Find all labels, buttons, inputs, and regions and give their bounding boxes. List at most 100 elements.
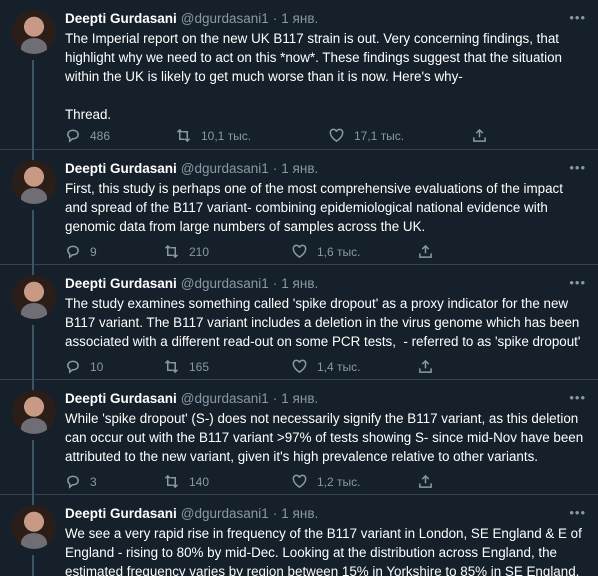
- thread-line: [32, 555, 34, 576]
- retweet-icon: [164, 359, 179, 374]
- tweet[interactable]: Deepti Gurdasani @dgurdasani1 · 1 янв. •…: [0, 150, 598, 275]
- author-name[interactable]: Deepti Gurdasani: [65, 160, 177, 178]
- separator-dot: ·: [272, 161, 278, 176]
- tweet-actions: 486 10,1 тыс. 17,1 тыс.: [65, 128, 586, 148]
- like-count: 1,4 тыс.: [317, 359, 361, 374]
- tweet-text: While 'spike dropout' (S-) does not nece…: [65, 411, 587, 464]
- tweet-text: First, this study is perhaps one of the …: [65, 181, 567, 234]
- author-handle[interactable]: @dgurdasani1: [181, 160, 269, 178]
- avatar[interactable]: [12, 390, 56, 434]
- like-count: 17,1 тыс.: [354, 128, 405, 143]
- tweet-content: Deepti Gurdasani @dgurdasani1 · 1 янв. •…: [65, 390, 586, 494]
- author-name[interactable]: Deepti Gurdasani: [65, 275, 177, 293]
- tweet-text: We see a very rapid rise in frequency of…: [65, 526, 586, 576]
- author-handle[interactable]: @dgurdasani1: [181, 390, 269, 408]
- tweet[interactable]: Deepti Gurdasani @dgurdasani1 · 1 янв. •…: [0, 0, 598, 160]
- retweet-button[interactable]: 140: [164, 474, 209, 489]
- reply-icon: [67, 360, 79, 374]
- tweet-header: Deepti Gurdasani @dgurdasani1 · 1 янв.: [65, 505, 586, 523]
- tweet-time[interactable]: 1 янв.: [281, 10, 318, 28]
- author-handle[interactable]: @dgurdasani1: [181, 10, 269, 28]
- tweet-content: Deepti Gurdasani @dgurdasani1 · 1 янв. •…: [65, 505, 586, 576]
- retweet-button[interactable]: 165: [164, 359, 209, 374]
- tweet-time[interactable]: 1 янв.: [281, 160, 318, 178]
- retweet-button[interactable]: 10,1 тыс.: [176, 128, 251, 143]
- like-icon: [329, 128, 344, 143]
- retweet-icon: [176, 128, 191, 143]
- like-button[interactable]: 1,6 тыс.: [292, 244, 360, 259]
- reply-count: 10: [90, 359, 104, 374]
- tweet-header: Deepti Gurdasani @dgurdasani1 · 1 янв.: [65, 390, 586, 408]
- retweet-count: 10,1 тыс.: [201, 128, 252, 143]
- avatar-column: [12, 275, 56, 390]
- avatar[interactable]: [12, 10, 56, 54]
- retweet-icon: [164, 244, 179, 259]
- avatar-column: [12, 505, 56, 576]
- share-button[interactable]: [472, 128, 487, 143]
- more-icon[interactable]: •••: [569, 505, 586, 520]
- avatar[interactable]: [12, 160, 56, 204]
- tweet[interactable]: Deepti Gurdasani @dgurdasani1 · 1 янв. •…: [0, 265, 598, 390]
- author-handle[interactable]: @dgurdasani1: [181, 505, 269, 523]
- reply-count: 3: [90, 474, 97, 489]
- like-icon: [292, 244, 307, 259]
- separator-dot: ·: [272, 506, 278, 521]
- timeline: Deepti Gurdasani @dgurdasani1 · 1 янв. •…: [0, 0, 598, 576]
- more-icon[interactable]: •••: [569, 275, 586, 290]
- reply-button[interactable]: 486: [65, 128, 110, 143]
- share-icon: [419, 244, 432, 258]
- tweet-header: Deepti Gurdasani @dgurdasani1 · 1 янв.: [65, 275, 586, 293]
- like-button[interactable]: 1,4 тыс.: [292, 359, 360, 374]
- like-icon: [292, 359, 307, 374]
- like-button[interactable]: 1,2 тыс.: [292, 474, 360, 489]
- reply-icon: [67, 475, 79, 489]
- tweet-actions: 9 210 1,6 тыс.: [65, 244, 586, 264]
- like-count: 1,6 тыс.: [317, 244, 361, 259]
- reply-count: 9: [90, 244, 97, 259]
- like-count: 1,2 тыс.: [317, 474, 361, 489]
- tweet-content: Deepti Gurdasani @dgurdasani1 · 1 янв. •…: [65, 10, 586, 148]
- share-icon: [419, 359, 432, 373]
- like-icon: [292, 474, 307, 489]
- reply-icon: [67, 245, 79, 259]
- author-name[interactable]: Deepti Gurdasani: [65, 10, 177, 28]
- reply-icon: [67, 129, 79, 143]
- retweet-count: 140: [189, 474, 210, 489]
- separator-dot: ·: [272, 391, 278, 406]
- tweet-text: The study examines something called 'spi…: [65, 296, 584, 349]
- avatar-column: [12, 160, 56, 275]
- more-icon[interactable]: •••: [569, 160, 586, 175]
- retweet-icon: [164, 474, 179, 489]
- thread-line: [32, 60, 34, 160]
- tweet-content: Deepti Gurdasani @dgurdasani1 · 1 янв. •…: [65, 275, 586, 379]
- avatar[interactable]: [12, 505, 56, 549]
- tweet-content: Deepti Gurdasani @dgurdasani1 · 1 янв. •…: [65, 160, 586, 264]
- tweet-header: Deepti Gurdasani @dgurdasani1 · 1 янв.: [65, 10, 586, 28]
- tweet-actions: 3 140 1,2 тыс.: [65, 474, 586, 494]
- more-icon[interactable]: •••: [569, 390, 586, 405]
- avatar[interactable]: [12, 275, 56, 319]
- reply-count: 486: [90, 128, 111, 143]
- tweet[interactable]: Deepti Gurdasani @dgurdasani1 · 1 янв. •…: [0, 380, 598, 505]
- tweet[interactable]: Deepti Gurdasani @dgurdasani1 · 1 янв. •…: [0, 495, 598, 576]
- share-button[interactable]: [418, 244, 433, 259]
- like-button[interactable]: 17,1 тыс.: [329, 128, 404, 143]
- retweet-button[interactable]: 210: [164, 244, 209, 259]
- reply-button[interactable]: 9: [65, 244, 97, 259]
- share-button[interactable]: [418, 359, 433, 374]
- author-handle[interactable]: @dgurdasani1: [181, 275, 269, 293]
- retweet-count: 165: [189, 359, 210, 374]
- author-name[interactable]: Deepti Gurdasani: [65, 390, 177, 408]
- tweet-time[interactable]: 1 янв.: [281, 390, 318, 408]
- avatar-column: [12, 10, 56, 160]
- tweet-time[interactable]: 1 янв.: [281, 275, 318, 293]
- tweet-time[interactable]: 1 янв.: [281, 505, 318, 523]
- more-icon[interactable]: •••: [569, 10, 586, 25]
- share-button[interactable]: [418, 474, 433, 489]
- author-name[interactable]: Deepti Gurdasani: [65, 505, 177, 523]
- tweet-actions: 10 165 1,4 тыс.: [65, 359, 586, 379]
- share-icon: [473, 128, 486, 142]
- reply-button[interactable]: 10: [65, 359, 103, 374]
- reply-button[interactable]: 3: [65, 474, 97, 489]
- avatar-column: [12, 390, 56, 505]
